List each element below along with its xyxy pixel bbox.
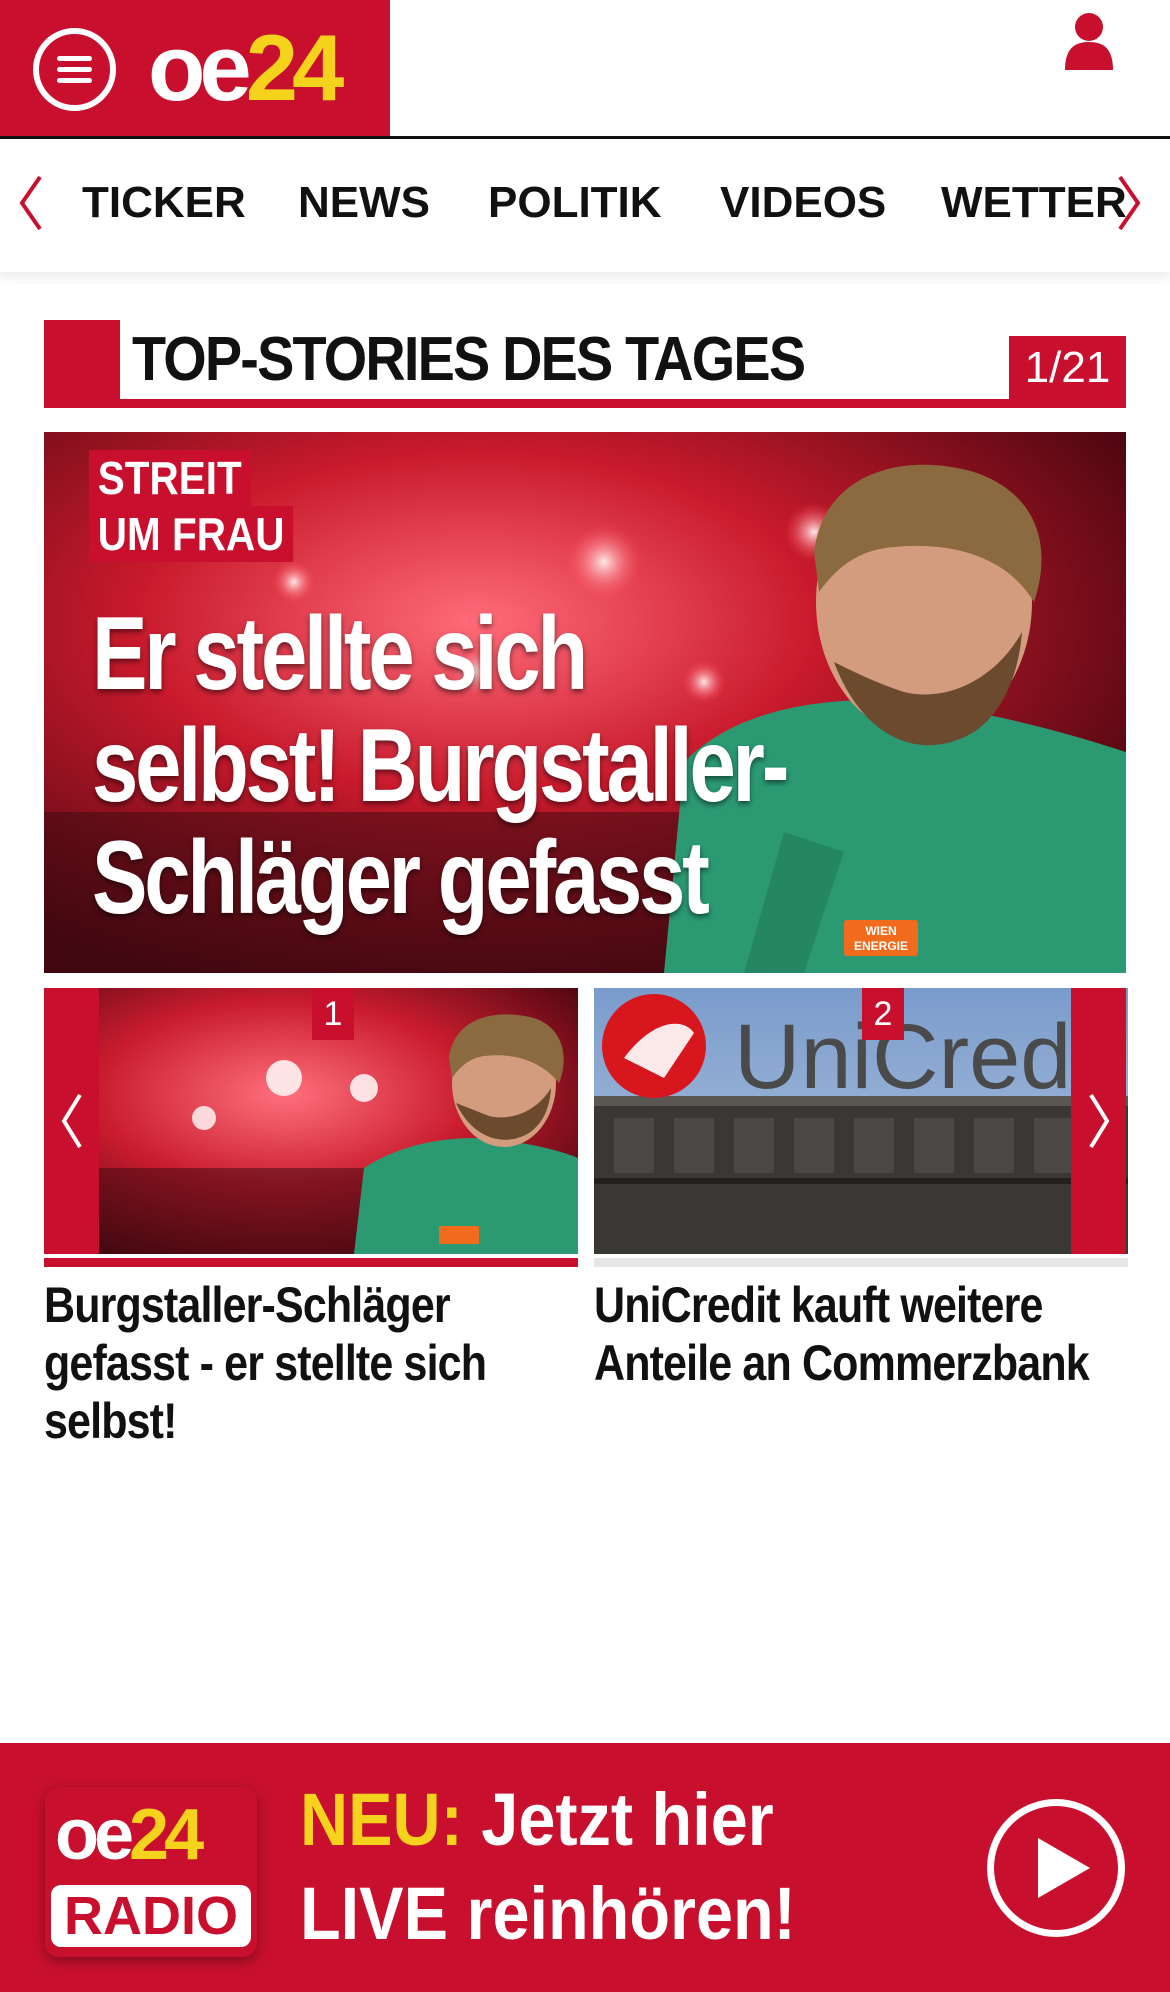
chevron-left-icon[interactable] [16,173,46,233]
radio-logo-label: RADIO [51,1885,251,1947]
site-logo[interactable]: oe24 [148,18,344,118]
chevron-left-icon [61,1093,82,1149]
story-card-number: 1 [312,988,354,1040]
nav-item-politik[interactable]: POLITIK [488,177,662,229]
nav-item-news[interactable]: NEWS [298,177,430,229]
hero-kicker-line2: UM FRAU [89,506,294,562]
jersey-sponsor-line1: WIEN [865,924,896,938]
category-nav: TICKER NEWS POLITIK VIDEOS WETTER [0,139,1170,272]
radio-promo-text: NEU: Jetzt hier LIVE reinhören! [300,1773,948,1961]
story-card-number: 2 [862,988,904,1040]
hero-headline-line2: selbst! Burgstaller- [92,708,789,824]
nav-item-videos[interactable]: VIDEOS [720,177,886,229]
story-card-progress [44,1258,578,1267]
story-card-progress [594,1258,1128,1267]
site-header: oe24 [0,0,1170,139]
radio-logo: oe24 RADIO [45,1787,257,1957]
story-card-title[interactable]: Burgstaller-Schläger gefasst - er stellt… [44,1276,577,1450]
section-title: TOP-STORIES DES TAGES [132,325,806,394]
radio-line1: Jetzt hier [462,1778,774,1861]
logo-block: oe24 [0,0,390,136]
carousel-next-button[interactable] [1071,988,1126,1254]
play-icon [1038,1838,1090,1898]
chevron-right-icon[interactable] [1114,173,1144,233]
story-card-image[interactable] [44,988,578,1254]
radio-line2: LIVE reinhören! [300,1872,796,1955]
jersey-sponsor-line2: ENERGIE [854,939,908,953]
story-counter: 1/21 [1009,336,1126,400]
radio-play-button[interactable] [987,1799,1125,1937]
hero-kicker: STREIT UM FRAU [89,450,321,562]
user-icon[interactable] [1063,12,1115,70]
section-underline [44,399,1126,408]
radio-neu-label: NEU: [300,1778,463,1861]
section-header: TOP-STORIES DES TAGES 1/21 [44,320,1126,408]
unicredit-sign: UniCredi [734,1006,1092,1108]
chevron-right-icon [1089,1093,1110,1149]
hero-headline-line3: Schläger gefasst [92,820,710,936]
hero-story[interactable]: WIEN ENERGIE STREIT UM FRAU Er stellte s… [44,432,1126,973]
story-card-image[interactable]: UniCredi [594,988,1128,1254]
radio-banner[interactable]: oe24 RADIO NEU: Jetzt hier LIVE reinhöre… [0,1743,1170,1992]
hero-headline[interactable]: Er stellte sich selbst! Burgstaller- Sch… [92,598,812,934]
hamburger-menu-icon[interactable] [33,28,116,111]
section-accent [44,320,120,408]
nav-item-ticker[interactable]: TICKER [82,177,246,229]
hero-kicker-line1: STREIT [89,450,251,506]
story-card-title[interactable]: UniCredit kauft weitere Anteile an Comme… [594,1276,1127,1392]
nav-item-wetter[interactable]: WETTER [941,177,1127,229]
carousel-prev-button[interactable] [44,988,99,1254]
hero-headline-line1: Er stellte sich [92,596,588,712]
